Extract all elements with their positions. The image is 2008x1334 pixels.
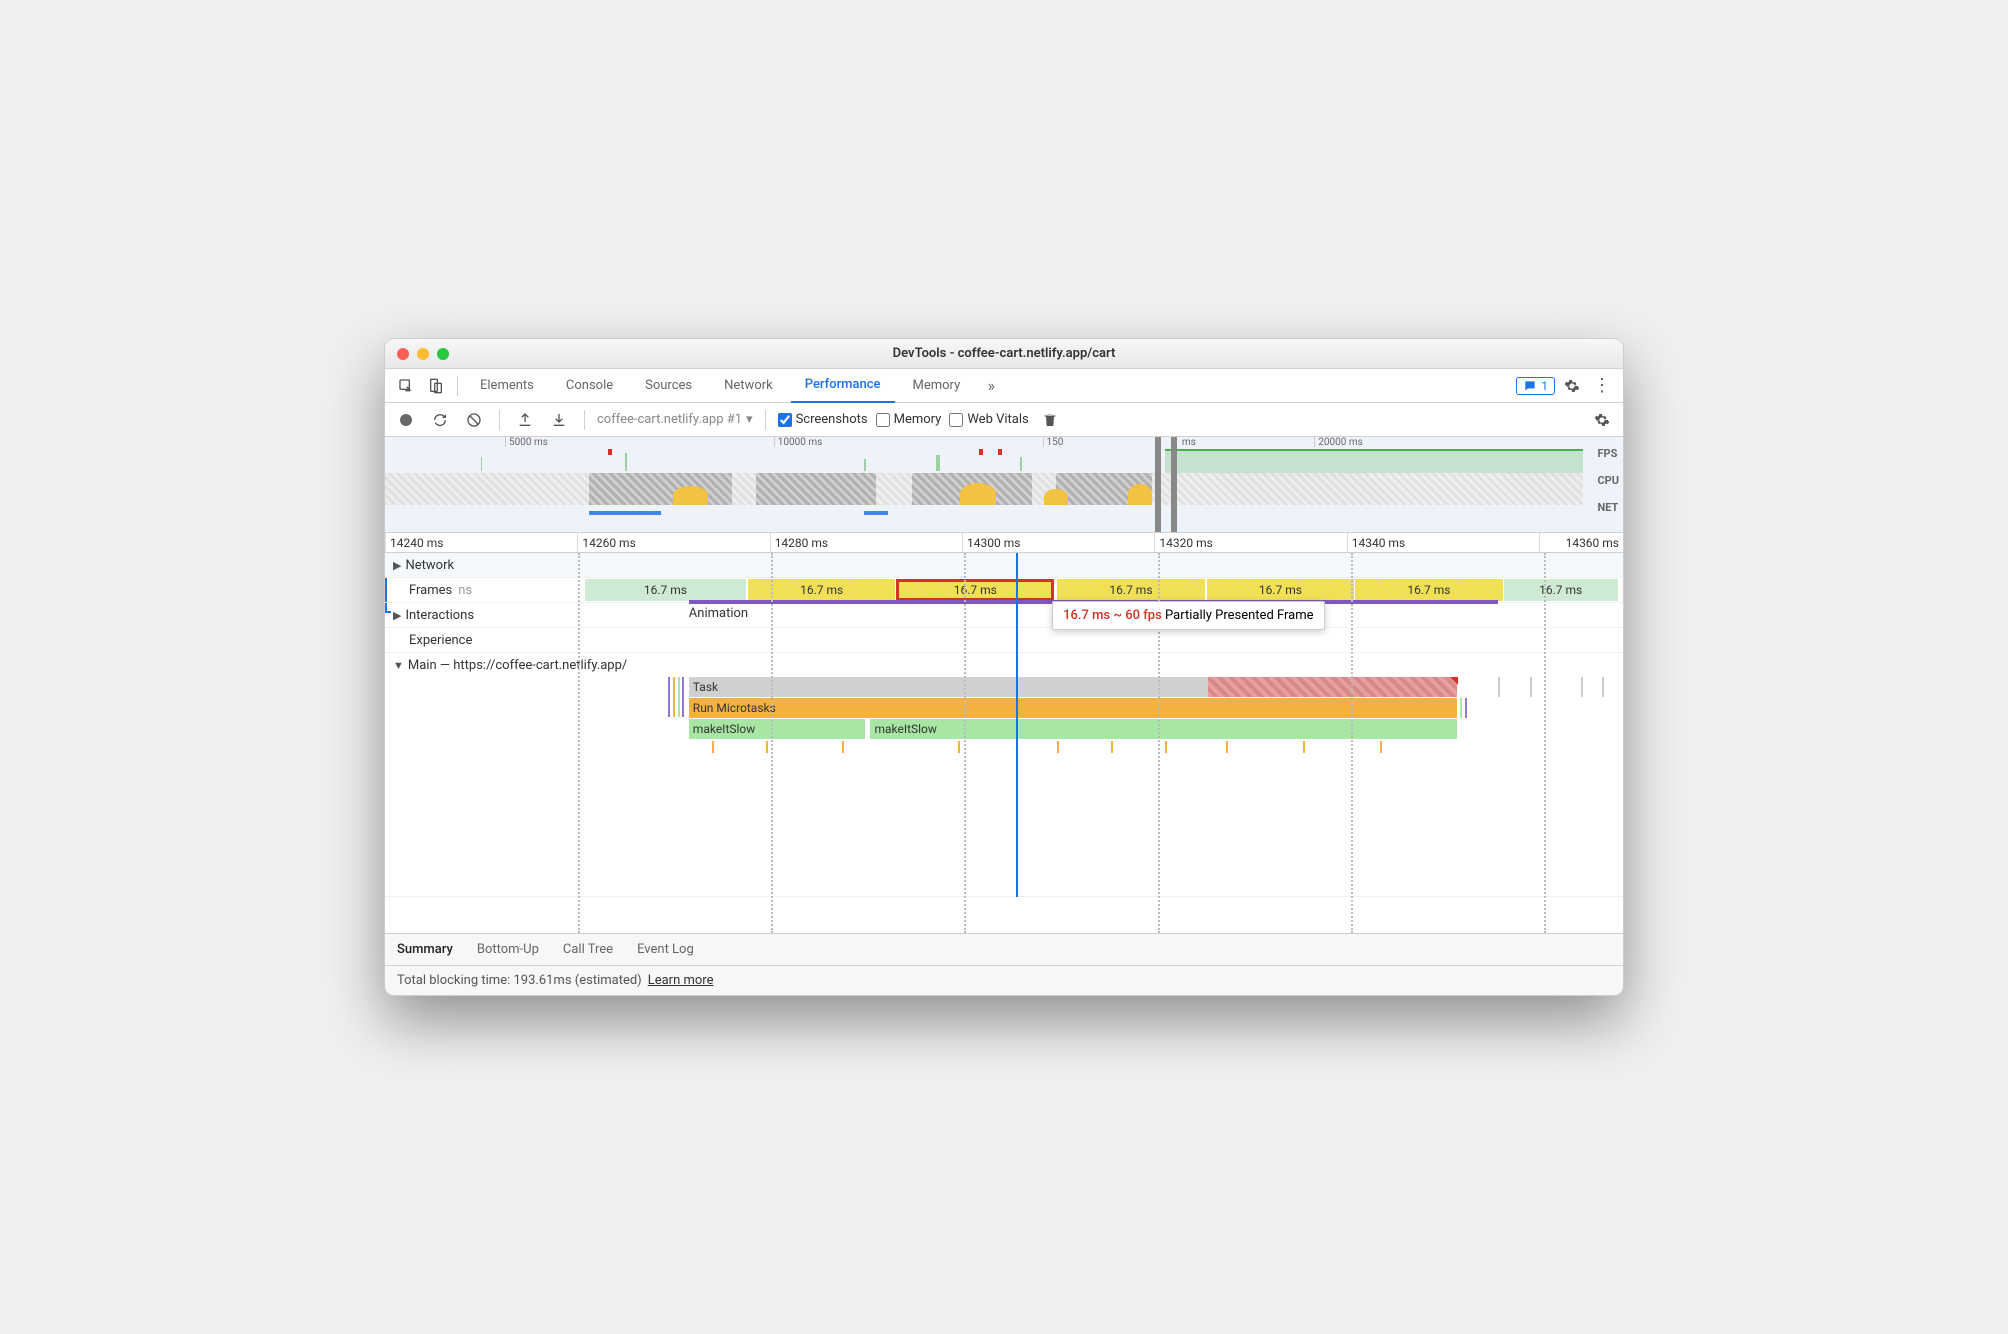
more-tabs-icon[interactable]: »	[978, 373, 1004, 399]
blocking-time-text: Total blocking time: 193.61ms (estimated…	[397, 973, 642, 988]
frame-block[interactable]: 16.7 ms	[1355, 579, 1502, 601]
clear-button[interactable]	[461, 407, 487, 433]
kebab-menu-icon[interactable]: ⋮	[1589, 373, 1615, 399]
tab-performance[interactable]: Performance	[791, 369, 895, 403]
overview-minimap[interactable]: 5000 ms 10000 ms 150 ms 20000 ms FPS CPU…	[385, 437, 1623, 533]
close-icon[interactable]	[397, 348, 409, 360]
overview-tick: ms	[1179, 437, 1314, 447]
tab-eventlog[interactable]: Event Log	[637, 942, 694, 957]
screenshots-checkbox[interactable]: Screenshots	[778, 412, 868, 427]
experience-label: Experience	[409, 633, 472, 648]
main-track-header[interactable]: ▼ Main — https://coffee-cart.netlify.app/	[385, 653, 1623, 677]
tab-console[interactable]: Console	[552, 369, 627, 403]
frame-block[interactable]: 16.7 ms	[748, 579, 895, 601]
download-icon[interactable]	[546, 407, 572, 433]
task-long-bar[interactable]	[1208, 677, 1457, 697]
ruler-tick: 14280 ms	[770, 533, 962, 552]
ruler-tick: 14300 ms	[962, 533, 1154, 552]
tab-elements[interactable]: Elements	[466, 369, 548, 403]
device-toggle-icon[interactable]	[423, 373, 449, 399]
cpu-label: CPU	[1597, 474, 1619, 487]
maximize-icon[interactable]	[437, 348, 449, 360]
reload-record-button[interactable]	[427, 407, 453, 433]
animation-label: Animation	[689, 606, 748, 621]
net-label: NET	[1597, 501, 1619, 514]
record-button[interactable]	[393, 407, 419, 433]
settings-icon[interactable]	[1559, 373, 1585, 399]
overview-tick: 10000 ms	[774, 437, 1043, 447]
window-title: DevTools - coffee-cart.netlify.app/cart	[893, 346, 1116, 361]
experience-track[interactable]: Experience	[385, 628, 1623, 653]
ruler-tick: 14260 ms	[577, 533, 769, 552]
traffic-lights	[397, 348, 449, 360]
divider	[765, 410, 766, 430]
interactions-label: Interactions	[405, 608, 474, 623]
devtools-window: DevTools - coffee-cart.netlify.app/cart …	[384, 338, 1624, 996]
capture-settings-icon[interactable]	[1589, 407, 1615, 433]
issues-badge[interactable]: 1	[1516, 377, 1555, 395]
divider	[499, 410, 500, 430]
minimize-icon[interactable]	[417, 348, 429, 360]
function-bar[interactable]: makeItSlow	[689, 719, 865, 739]
frames-label: Frames	[409, 583, 452, 598]
tab-calltree[interactable]: Call Tree	[563, 942, 613, 957]
playhead-line	[1016, 553, 1018, 897]
divider	[584, 410, 585, 430]
issues-count: 1	[1541, 379, 1548, 393]
ruler-tick: 14240 ms	[385, 533, 577, 552]
flame-chart[interactable]: Task Run Microtasks makeItSlow makeItSlo…	[385, 677, 1623, 897]
tab-sources[interactable]: Sources	[631, 369, 706, 403]
ruler-tick: 14320 ms	[1154, 533, 1346, 552]
frame-block[interactable]: 16.7 ms	[1207, 579, 1354, 601]
ruler-tick: 14340 ms	[1347, 533, 1539, 552]
tab-summary[interactable]: Summary	[397, 942, 453, 957]
status-bar: Total blocking time: 193.61ms (estimated…	[385, 965, 1623, 995]
perf-toolbar: coffee-cart.netlify.app #1 ▾ Screenshots…	[385, 403, 1623, 437]
divider	[457, 376, 458, 396]
main-label: Main — https://coffee-cart.netlify.app/	[408, 658, 627, 673]
frame-block[interactable]: 16.7 ms	[1057, 579, 1204, 601]
tab-memory[interactable]: Memory	[899, 369, 975, 403]
frame-block[interactable]: 16.7 ms	[1504, 579, 1618, 601]
chevron-down-icon[interactable]: ▼	[393, 659, 404, 672]
task-bar[interactable]: Task	[689, 677, 1208, 697]
overview-tick: 20000 ms	[1314, 437, 1583, 447]
chevron-down-icon: ▾	[746, 412, 753, 427]
frames-track[interactable]: Frames ns 16.7 ms 16.7 ms 16.7 ms 16.7 m…	[385, 578, 1623, 603]
long-task-marker-icon	[1450, 677, 1458, 685]
chevron-right-icon[interactable]: ▶	[393, 609, 401, 622]
frame-block[interactable]: 16.7 ms	[585, 579, 746, 601]
timeline-ruler: 14240 ms 14260 ms 14280 ms 14300 ms 1432…	[385, 533, 1623, 553]
trash-icon[interactable]	[1037, 407, 1063, 433]
tracks-area: ▶ Network Frames ns 16.7 ms 16.7 ms 16.7 …	[385, 553, 1623, 933]
webvitals-checkbox[interactable]: Web Vitals	[949, 412, 1028, 427]
recording-dropdown[interactable]: coffee-cart.netlify.app #1 ▾	[597, 412, 753, 427]
microtasks-bar[interactable]: Run Microtasks	[689, 698, 1457, 718]
inspect-icon[interactable]	[393, 373, 419, 399]
tab-network[interactable]: Network	[710, 369, 787, 403]
overview-labels: FPS CPU NET	[1597, 447, 1619, 514]
function-bar[interactable]: makeItSlow	[870, 719, 1456, 739]
network-label: Network	[405, 558, 454, 573]
frames-suffix: ns	[458, 583, 472, 598]
ruler-tick: 14360 ms	[1539, 533, 1623, 552]
chevron-right-icon[interactable]: ▶	[393, 559, 401, 572]
main-tabs: Elements Console Sources Network Perform…	[385, 369, 1623, 403]
tab-bottomup[interactable]: Bottom-Up	[477, 942, 539, 957]
fps-label: FPS	[1597, 447, 1619, 460]
overview-tick: 5000 ms	[505, 437, 774, 447]
details-tabs: Summary Bottom-Up Call Tree Event Log	[385, 933, 1623, 965]
frame-block-selected[interactable]: 16.7 ms	[896, 579, 1054, 601]
recording-name: coffee-cart.netlify.app #1	[597, 412, 742, 427]
network-track[interactable]: ▶ Network	[385, 553, 1623, 578]
titlebar: DevTools - coffee-cart.netlify.app/cart	[385, 339, 1623, 369]
interactions-track[interactable]: ▶ Interactions Animation 16.7 ms ~ 60 fps…	[385, 603, 1623, 628]
upload-icon[interactable]	[512, 407, 538, 433]
tooltip-time: 16.7 ms ~ 60 fps	[1063, 608, 1162, 623]
frame-tooltip: 16.7 ms ~ 60 fps Partially Presented Fra…	[1052, 601, 1324, 630]
learn-more-link[interactable]: Learn more	[648, 973, 714, 988]
memory-checkbox[interactable]: Memory	[876, 412, 942, 427]
tooltip-desc: Partially Presented Frame	[1165, 608, 1314, 623]
